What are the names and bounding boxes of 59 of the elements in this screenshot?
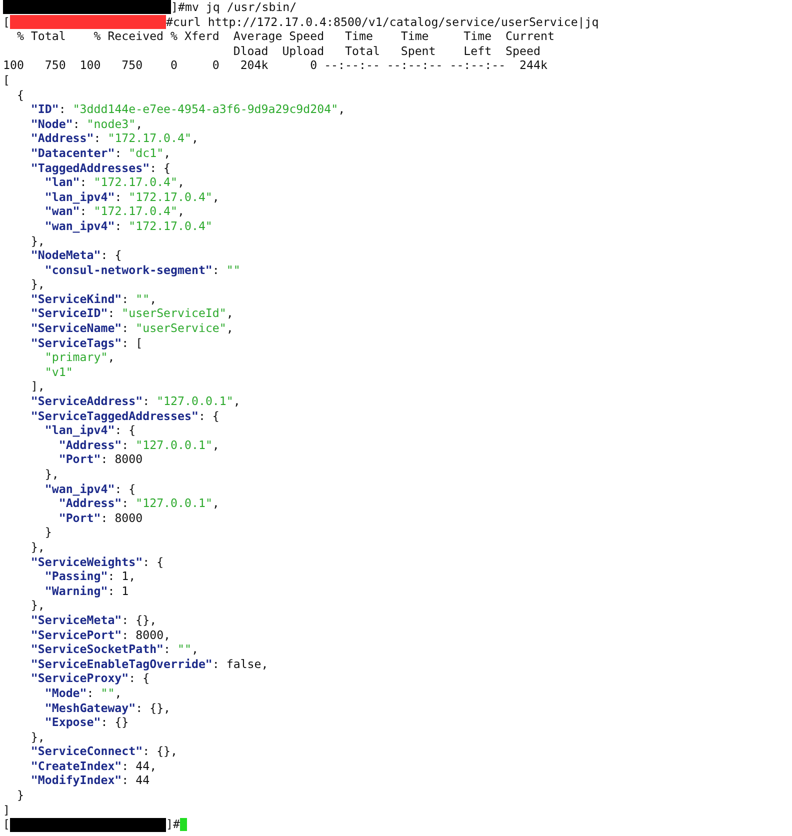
json-line: "ServiceMeta": {}, — [30, 612, 158, 628]
prompt-bracket: [ — [3, 14, 10, 30]
json-line: }, — [30, 234, 46, 248]
json-line: "ServiceWeights": { — [30, 554, 165, 570]
json-line: }, — [30, 730, 46, 744]
json-line: "Datacenter": "dc1", — [30, 146, 172, 161]
terminal-line: Dload Upload Total Spent Left Speed — [232, 44, 542, 58]
json-line: "Address": "127.0.0.1", — [58, 496, 220, 511]
json-line: } — [44, 525, 53, 540]
json-line: "ServiceTags": [ — [30, 336, 144, 350]
command-text: ]#mv jq /usr/sbin/ — [171, 0, 297, 15]
json-line: "ServiceName": "userService", — [30, 321, 234, 336]
json-line: "ModifyIndex": 44 — [30, 773, 151, 788]
json-line: "ServiceSocketPath": "", — [30, 642, 200, 657]
json-line: "wan": "172.17.0.4", — [44, 204, 186, 219]
json-line: "consul-network-segment": "" — [44, 262, 242, 278]
json-line: "Address": "127.0.0.1", — [58, 438, 220, 452]
json-line: "v1" — [44, 364, 74, 380]
terminal-line: % Total % Received % Xferd Average Speed Time Time Time Current — [16, 29, 556, 44]
json-line: }, — [30, 540, 46, 555]
json-line: ] — [3, 802, 11, 818]
json-line: "Passing": 1, — [44, 569, 137, 584]
json-line: "Expose": {} — [44, 715, 130, 730]
json-line: "ID": "3ddd144e-e7ee-4954-a3f6-9d9a29c9d204", — [30, 102, 346, 117]
json-line: { — [16, 88, 25, 102]
json-line: "ServiceProxy": { — [30, 671, 151, 686]
json-line: "Warning": 1 — [44, 584, 130, 598]
json-line: "ServiceAddress": "127.0.0.1", — [30, 394, 242, 409]
command-text: ]# — [166, 817, 180, 832]
json-line: "MeshGateway": {}, — [44, 700, 172, 716]
json-line: "TaggedAddresses": { — [30, 160, 172, 176]
json-line: "ServiceEnableTagOverride": false, — [30, 656, 270, 672]
json-line: "lan_ipv4": "172.17.0.4", — [44, 190, 220, 204]
json-line: "lan": "172.17.0.4", — [44, 175, 186, 190]
terminal-line: 100 750 100 750 0 0 204k 0 --:--:-- --:--:-- --:--:-- 244k — [3, 58, 548, 73]
json-line: "ServiceKind": "", — [30, 292, 158, 306]
json-line: "ServiceTaggedAddresses": { — [30, 408, 220, 424]
json-line: }, — [30, 598, 46, 613]
json-line: "Node": "node3", — [30, 116, 144, 132]
prompt-bracket: [ — [3, 817, 10, 832]
json-line: "Mode": "", — [44, 686, 123, 700]
json-line: "wan_ipv4": "172.17.0.4" — [44, 218, 214, 234]
json-line: }, — [30, 277, 46, 292]
json-line: "ServicePort": 8000, — [30, 628, 172, 642]
json-line: "CreateIndex": 44, — [30, 758, 158, 774]
json-line: [ — [3, 72, 11, 88]
json-line: "Address": "172.17.0.4", — [30, 131, 200, 146]
json-line: "ServiceConnect": {}, — [30, 744, 179, 759]
json-line: "wan_ipv4": { — [44, 482, 137, 496]
json-line: "NodeMeta": { — [30, 248, 123, 263]
json-line: ], — [30, 379, 46, 394]
json-line: "primary", — [44, 350, 116, 365]
command-text: #curl http://172.17.0.4:8500/v1/catalog/service/userService|jq — [166, 14, 599, 30]
json-line: "Port": 8000 — [58, 510, 144, 526]
json-line: } — [16, 788, 25, 803]
json-line: "ServiceID": "userServiceId", — [30, 306, 234, 322]
json-line: "Port": 8000 — [58, 452, 144, 467]
json-line: }, — [44, 467, 60, 482]
json-line: "lan_ipv4": { — [44, 423, 137, 438]
